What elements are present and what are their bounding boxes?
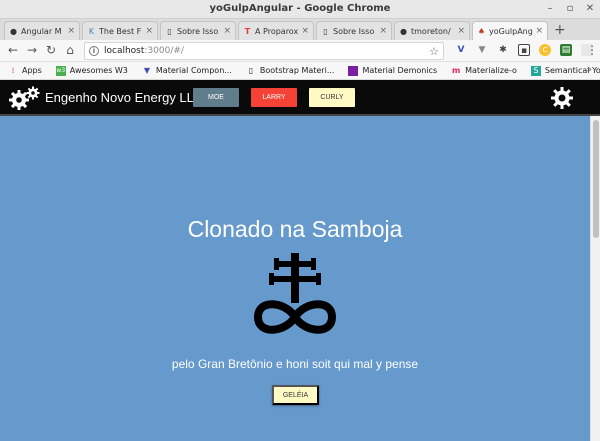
tab-label: Angular M — [21, 26, 62, 36]
window-controls: – ▫ ✕ — [544, 3, 596, 14]
tab-label: Sobre Isso — [177, 26, 219, 36]
window-titlebar: yoGulpAngular - Google Chrome – ▫ ✕ — [0, 0, 600, 19]
brand-title[interactable]: Engenho Novo Energy LLC — [45, 90, 203, 105]
tab-label: tmoreton/ — [411, 26, 451, 36]
larry-button[interactable]: LARRY — [251, 88, 297, 107]
bookmark-item[interactable]: m Materialize-o — [451, 66, 517, 76]
t-logo-icon: T — [244, 26, 251, 36]
yeoman-icon: ♠ — [477, 26, 486, 36]
main-content: Clonado na Samboja pelo Gran Bretônio e … — [0, 116, 590, 441]
bookmark-label: Bootstrap Materi... — [259, 66, 335, 75]
page-icon: ▯ — [248, 65, 254, 75]
nav-buttons: MOE LARRY CURLY — [193, 88, 355, 107]
new-tab-icon[interactable]: + — [554, 22, 566, 38]
filter-extension-icon[interactable]: ▼ — [476, 44, 488, 56]
home-icon[interactable]: ⌂ — [63, 43, 77, 57]
extension-icons: V ▼ ✱ ▪ c ▤ · c — [455, 44, 600, 56]
bookmarks-overflow-icon[interactable]: » — [586, 65, 592, 75]
address-path: :3000/#/ — [144, 46, 184, 56]
square-extension-icon[interactable]: ▪ — [518, 44, 530, 56]
minimize-icon[interactable]: – — [544, 3, 556, 14]
maximize-icon[interactable]: ▫ — [564, 3, 576, 14]
page-scrollbar[interactable] — [590, 116, 600, 441]
browser-tab[interactable]: ▯ Sobre Isso × — [316, 21, 392, 40]
browser-toolbar: ← → ↻ ⌂ i localhost:3000/#/ ☆ V ▼ ✱ ▪ c … — [0, 40, 600, 62]
bookmark-star-icon[interactable]: ☆ — [429, 45, 439, 58]
tab-strip: ● Angular M × K The Best F × ▯ Sobre Iss… — [0, 19, 600, 40]
page-heading: Clonado na Samboja — [187, 216, 403, 242]
bookmark-item[interactable]: ▼ Material Compon... — [142, 66, 232, 76]
address-bar[interactable]: i localhost:3000/#/ ☆ — [84, 42, 444, 60]
bookmarks-bar: ⁞ Apps w3 Awesomes W3 ▼ Material Compon.… — [0, 62, 600, 80]
tab-close-icon[interactable]: × — [457, 26, 465, 36]
tab-close-icon[interactable]: × — [301, 26, 309, 36]
vue-extension-icon[interactable]: V — [455, 44, 467, 56]
window-title: yoGulpAngular - Google Chrome — [209, 3, 391, 14]
page-icon: ▯ — [323, 26, 328, 36]
w3-icon: w3 — [55, 65, 66, 76]
gears-logo-icon[interactable] — [7, 85, 41, 111]
site-icon: K — [88, 26, 95, 36]
puzzle-extension-icon[interactable]: ✱ — [497, 44, 509, 56]
github-icon: ● — [10, 26, 17, 36]
tab-label: Sobre Isso — [333, 26, 375, 36]
bookmark-apps[interactable]: ⁞ Apps — [8, 66, 42, 76]
settings-gear-icon[interactable] — [550, 86, 574, 110]
bookmark-label: Material Compon... — [155, 66, 232, 75]
app-navbar: Engenho Novo Energy LLC MOE LARRY CURLY — [0, 80, 600, 116]
tab-close-icon[interactable]: × — [379, 26, 387, 36]
browser-tab-active[interactable]: ♠ yoGulpAng × — [472, 21, 548, 40]
browser-tab[interactable]: K The Best F × — [82, 21, 158, 40]
bookmark-item[interactable]: w3 Awesomes W3 — [55, 65, 128, 76]
address-host: localhost — [104, 46, 145, 56]
tab-close-icon[interactable]: × — [223, 26, 231, 36]
sulfur-symbol-icon — [253, 253, 337, 334]
scrollbar-thumb[interactable] — [593, 120, 599, 238]
bookmark-label: Materialize-o — [465, 66, 517, 75]
browser-tab[interactable]: ● tmoreton/ × — [394, 21, 470, 40]
geleia-button[interactable]: GELÉIA — [272, 385, 319, 405]
moe-button[interactable]: MOE — [193, 88, 239, 107]
bookmark-item[interactable]: Material Demonics — [348, 65, 438, 76]
page-subtitle: pelo Gran Bretônio e honi soit qui mal y… — [171, 357, 419, 371]
info-icon[interactable]: i — [89, 46, 99, 56]
apps-grid-icon: ⁞ — [11, 65, 15, 75]
reload-icon[interactable]: ↻ — [44, 43, 58, 57]
yellow-extension-icon[interactable]: c — [539, 44, 551, 56]
material-icon: ▼ — [143, 65, 150, 75]
browser-tab[interactable]: T A Proparox × — [238, 21, 314, 40]
page-icon: ▯ — [167, 26, 172, 36]
github-icon: ● — [400, 26, 407, 36]
bookmark-label: Awesomes W3 — [69, 66, 128, 75]
tab-close-icon[interactable]: × — [145, 26, 153, 36]
s-icon: S — [530, 65, 541, 76]
tab-label: yoGulpAng — [489, 26, 533, 36]
tab-label: A Proparox — [255, 26, 299, 36]
forward-icon[interactable]: → — [25, 43, 39, 57]
tab-label: The Best F — [99, 26, 142, 36]
browser-tab[interactable]: ▯ Sobre Isso × — [160, 21, 236, 40]
bookmark-item[interactable]: ▯ Bootstrap Materi... — [246, 66, 335, 76]
back-icon[interactable]: ← — [6, 43, 20, 57]
close-icon[interactable]: ✕ — [584, 3, 596, 14]
tab-close-icon[interactable]: × — [535, 26, 543, 36]
curly-button[interactable]: CURLY — [309, 88, 355, 107]
tab-close-icon[interactable]: × — [67, 26, 75, 36]
browser-tab[interactable]: ● Angular M × — [4, 21, 80, 40]
materialize-icon: m — [451, 65, 461, 75]
purple-square-icon — [348, 65, 359, 76]
bookmark-label: Apps — [22, 66, 42, 75]
menu-dots-icon[interactable]: ⋮ — [586, 43, 598, 57]
green-extension-icon[interactable]: ▤ — [560, 44, 572, 56]
bookmark-label: Material Demonics — [362, 66, 438, 75]
